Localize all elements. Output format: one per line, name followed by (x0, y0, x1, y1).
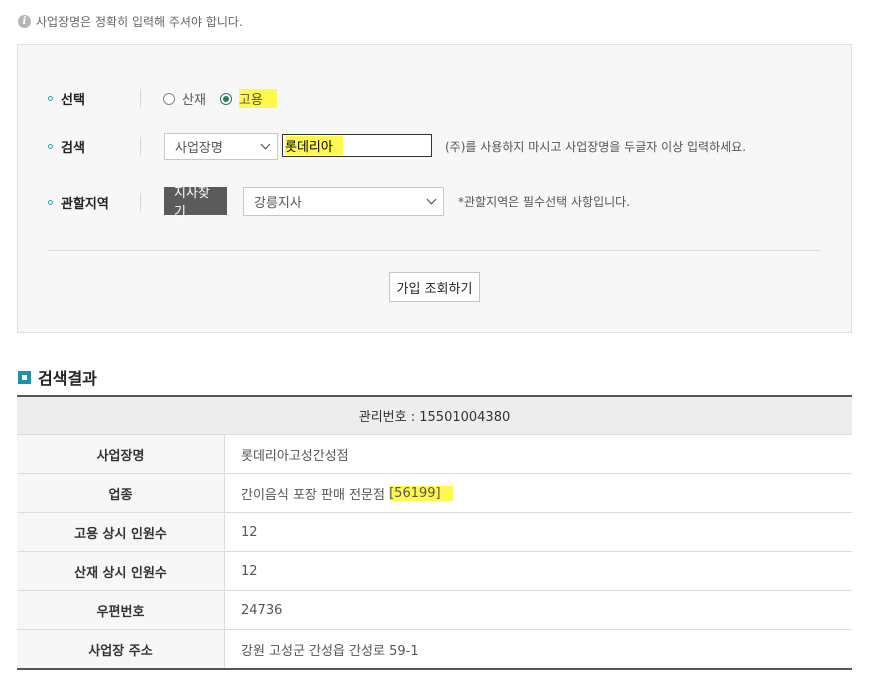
bullet-icon (48, 200, 53, 205)
separator (140, 193, 141, 211)
lookup-button[interactable]: 가입 조회하기 (389, 272, 480, 302)
search-hint: (주)를 사용하지 마시고 사업장명을 두글자 이상 입력하세요. (445, 140, 747, 154)
table-row: 사업장 주소 강원 고성군 간성읍 간성로 59-1 (17, 630, 852, 668)
radio-goyong-label[interactable]: 고용 (238, 89, 277, 108)
table-row: 산재 상시 인원수 12 (17, 552, 852, 591)
row-key: 우편번호 (17, 591, 225, 629)
info-icon: i (18, 15, 31, 28)
row-key: 업종 (17, 474, 225, 512)
table-row: 사업장명 롯데리아고성간성점 (17, 435, 852, 474)
bullet-icon (48, 96, 53, 101)
row-key: 사업장 주소 (17, 630, 225, 668)
radio-goyong[interactable] (219, 92, 232, 105)
row-value: 12 (241, 524, 258, 540)
row-value: 롯데리아고성간성점 (241, 448, 349, 464)
region-value: 강릉지사 (254, 196, 302, 211)
divider (48, 250, 821, 251)
search-type-value: 사업장명 (175, 141, 223, 156)
separator (140, 89, 141, 107)
square-bullet-icon (18, 370, 31, 384)
radio-sanjae-label[interactable]: 산재 (182, 89, 206, 108)
row-key: 고용 상시 인원수 (17, 513, 225, 551)
chevron-down-icon (260, 139, 271, 150)
search-row-label: 검색 (48, 137, 85, 156)
row-value: 24736 (241, 602, 283, 618)
results-title: 검색결과 (18, 365, 97, 389)
row-value: 강원 고성군 간성읍 간성로 59-1 (241, 643, 419, 659)
radio-sanjae[interactable] (163, 92, 175, 105)
bullet-icon (48, 144, 53, 149)
insurance-type-radio-group: 산재 고용 (163, 89, 291, 108)
table-row: 업종 간이음식 포장 판매 전문점 [56199] (17, 474, 852, 513)
search-form: 선택 산재 고용 검색 사업장명 롯데리아 (주)를 사용하지 마시고 사업장명… (17, 44, 852, 333)
search-type-select[interactable]: 사업장명 (164, 133, 278, 160)
business-name-input[interactable]: 롯데리아 (282, 134, 432, 157)
table-row: 고용 상시 인원수 12 (17, 513, 852, 552)
results-table: 관리번호 : 15501004380 사업장명 롯데리아고성간성점 업종 간이음… (17, 395, 852, 670)
table-row: 우편번호 24736 (17, 591, 852, 630)
region-row-label: 관할지역 (48, 193, 109, 212)
chevron-down-icon (426, 194, 437, 205)
region-hint: *관할지역은 필수선택 사항입니다. (458, 195, 631, 209)
management-number: 관리번호 : 15501004380 (17, 397, 852, 435)
row-value: 간이음식 포장 판매 전문점 [56199] (225, 474, 852, 512)
select-row-label: 선택 (48, 89, 85, 108)
row-value: 12 (241, 563, 258, 579)
separator (140, 137, 141, 155)
business-name-value: 롯데리아 (285, 136, 343, 155)
row-key: 산재 상시 인원수 (17, 552, 225, 590)
industry-code: [56199] (389, 485, 453, 501)
region-select[interactable]: 강릉지사 (243, 187, 444, 216)
industry-name: 간이음식 포장 판매 전문점 (241, 487, 385, 503)
notice-text: 사업장명은 정확히 입력해 주셔야 합니다. (36, 15, 243, 29)
row-key: 사업장명 (17, 435, 225, 473)
find-branch-button[interactable]: 지사찾기 (164, 186, 227, 220)
notice: i 사업장명은 정확히 입력해 주셔야 합니다. (18, 13, 243, 30)
